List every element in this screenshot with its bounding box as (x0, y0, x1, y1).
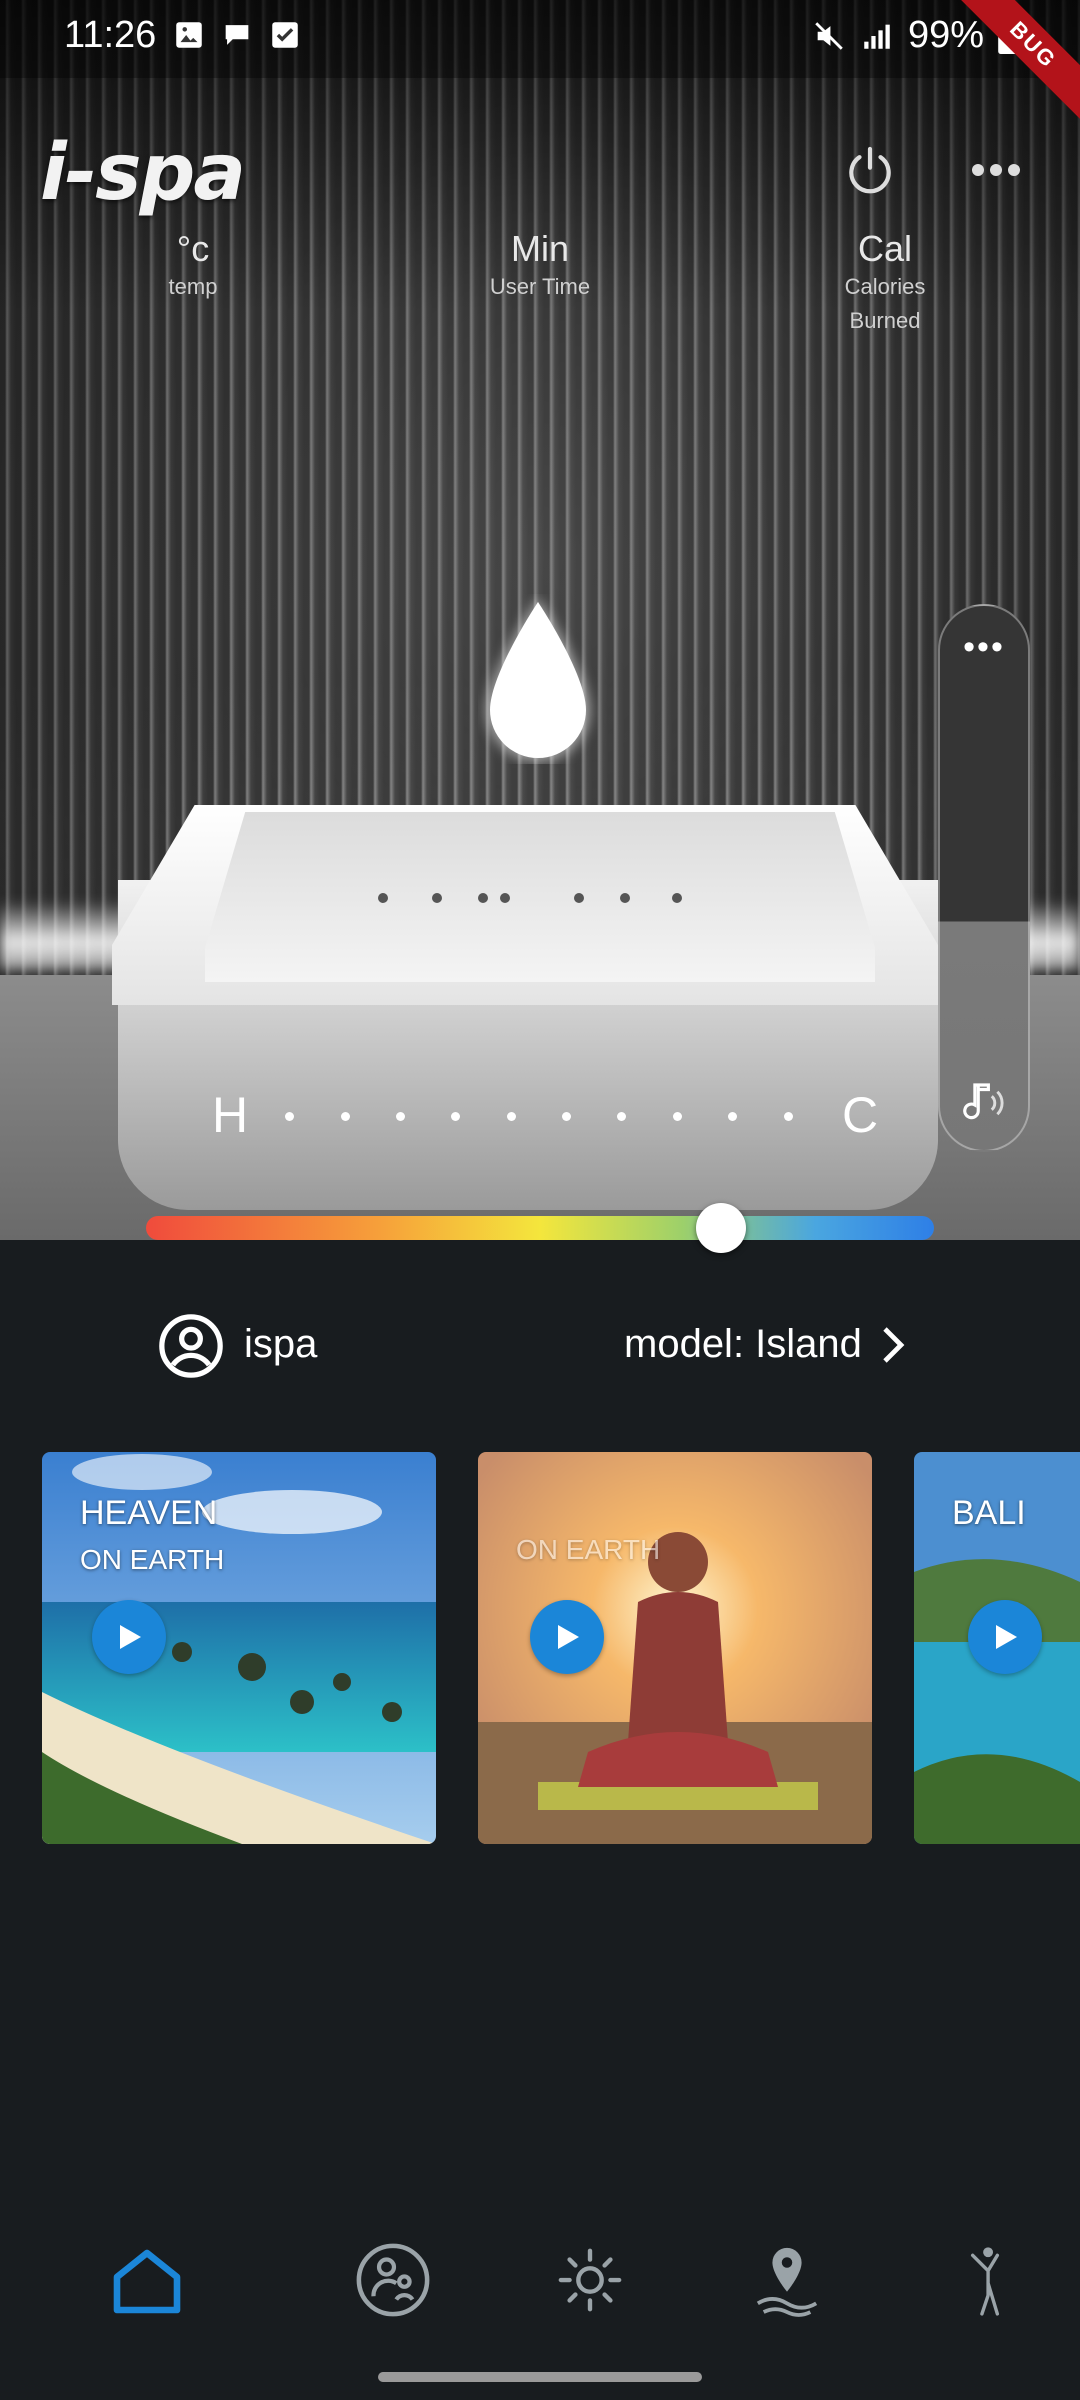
play-button[interactable] (530, 1600, 604, 1674)
image-icon (176, 22, 202, 48)
user-name[interactable]: ispa (244, 1322, 317, 1367)
card-subtitle: ON EARTH (80, 1544, 225, 1575)
model-label: model: Island (624, 1322, 862, 1366)
chevron-right-icon (883, 1326, 905, 1363)
status-bar: 11:26 99% (0, 0, 1080, 78)
tub-jet (500, 893, 510, 903)
tub-jet (574, 893, 584, 903)
nav-family[interactable] (348, 2235, 438, 2325)
play-icon (558, 1625, 579, 1649)
water-drop-icon[interactable] (478, 594, 598, 764)
signal-icon (864, 24, 890, 49)
play-icon (996, 1625, 1017, 1649)
scale-dot (617, 1112, 626, 1121)
stat-temp: °c temp (133, 228, 253, 304)
tub-basin (205, 812, 875, 982)
card-subtitle: ON EARTH (516, 1534, 661, 1565)
model-selector[interactable]: model: Island (624, 1322, 906, 1367)
music-note-icon (963, 1083, 1004, 1120)
tub-jet (378, 893, 388, 903)
mute-icon (815, 21, 843, 50)
scale-dot (784, 1112, 793, 1121)
notification-icons (172, 18, 302, 52)
family-icon (356, 2243, 430, 2317)
temperature-slider-thumb[interactable] (696, 1203, 747, 1253)
power-icon (849, 146, 891, 194)
stat-user-time: Min User Time (460, 228, 620, 304)
power-button[interactable] (830, 130, 910, 210)
status-time: 11:26 (64, 14, 157, 56)
stat-time-label: User Time (489, 274, 591, 299)
volume-panel[interactable]: ••• (938, 604, 1030, 1152)
tub-jet (672, 893, 682, 903)
music-button[interactable] (950, 1068, 1020, 1138)
app-logo: i-spa (40, 128, 246, 218)
scale-dot (451, 1112, 460, 1121)
stat-temp-label: temp (168, 274, 218, 299)
scale-dot (562, 1112, 571, 1121)
temperature-slider-track[interactable] (146, 1216, 934, 1240)
more-options-button[interactable] (956, 130, 1036, 210)
checkbox-icon (272, 22, 298, 48)
stat-cal-unit: Cal (857, 228, 913, 269)
play-button[interactable] (968, 1600, 1042, 1674)
play-icon (120, 1625, 141, 1649)
figure-icon (970, 2247, 1000, 2316)
stat-cal-label: Calories Burned (844, 274, 926, 333)
scale-dot (728, 1112, 737, 1121)
stat-temp-unit: °c (176, 228, 210, 269)
cold-label: C (842, 1087, 879, 1143)
card-title: HEAVEN (80, 1494, 218, 1532)
scale-dot (507, 1112, 516, 1121)
sun-icon (558, 2248, 622, 2312)
nav-location[interactable] (742, 2235, 832, 2325)
scale-dot (341, 1112, 350, 1121)
nav-wellness[interactable] (940, 2235, 1030, 2325)
home-icon (113, 2249, 181, 2314)
chat-icon (225, 25, 249, 45)
battery-percent: 99% (907, 14, 984, 56)
tub-jet (478, 893, 488, 903)
location-pin-icon (756, 2247, 818, 2317)
card-title: BALI (952, 1494, 1026, 1532)
scale-dot (285, 1112, 294, 1121)
panel-menu-icon[interactable]: ••• (940, 628, 1028, 667)
stat-time-unit: Min (510, 228, 569, 269)
nav-home[interactable] (102, 2235, 192, 2325)
scale-dot (673, 1112, 682, 1121)
more-horizontal-icon (972, 164, 1020, 176)
play-button[interactable] (92, 1600, 166, 1674)
scale-dot (396, 1112, 405, 1121)
nav-light[interactable] (545, 2235, 635, 2325)
tub-jet (620, 893, 630, 903)
user-avatar-icon[interactable] (156, 1311, 226, 1381)
stat-calories: Cal Calories Burned (830, 228, 940, 338)
tub-jet (432, 893, 442, 903)
hot-label: H (212, 1087, 249, 1143)
home-indicator[interactable] (378, 2372, 702, 2382)
